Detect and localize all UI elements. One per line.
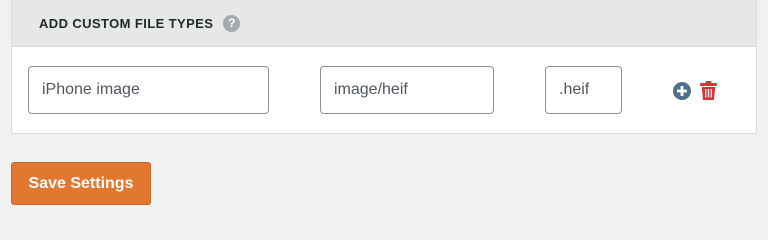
add-row-icon[interactable] (673, 82, 691, 100)
delete-row-icon[interactable] (700, 81, 717, 100)
panel-header: ADD CUSTOM FILE TYPES ? (12, 0, 756, 47)
save-settings-button[interactable]: Save Settings (11, 162, 151, 205)
file-extension-input[interactable] (545, 66, 622, 114)
mime-type-input[interactable] (320, 66, 494, 114)
help-icon[interactable]: ? (223, 14, 241, 32)
file-type-name-input[interactable] (28, 66, 269, 114)
panel-title: ADD CUSTOM FILE TYPES (39, 15, 214, 31)
